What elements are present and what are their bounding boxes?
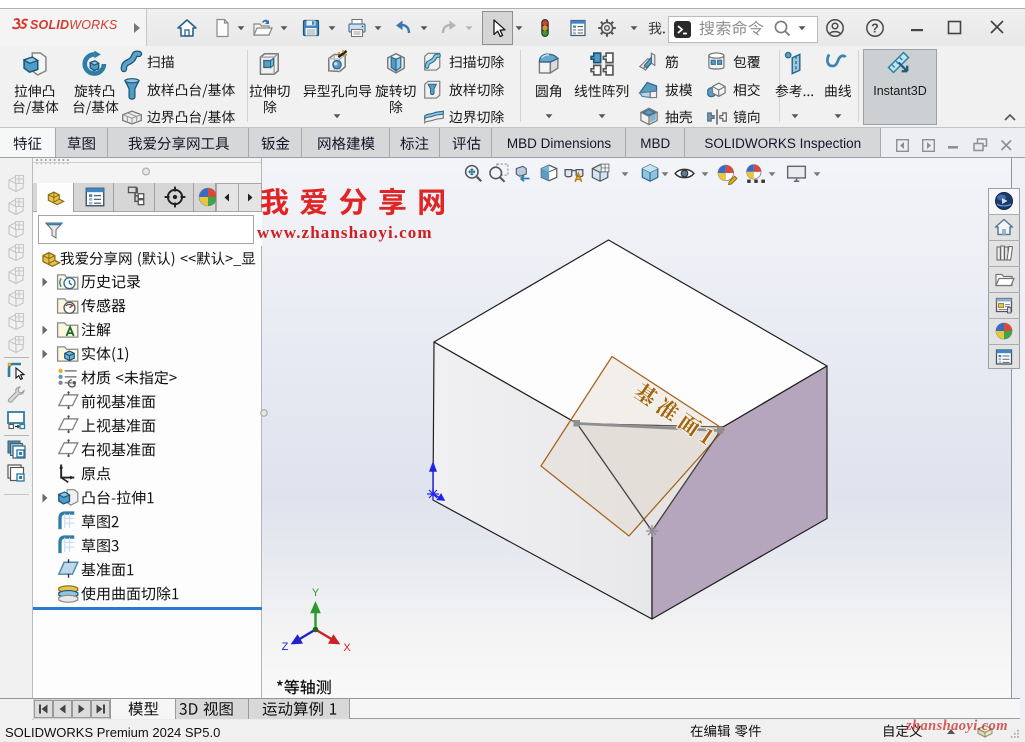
- svg-text:Z: Z: [282, 641, 289, 653]
- svg-text:?: ?: [871, 21, 879, 35]
- svg-text:Y: Y: [312, 587, 320, 599]
- svg-text:X: X: [343, 642, 351, 654]
